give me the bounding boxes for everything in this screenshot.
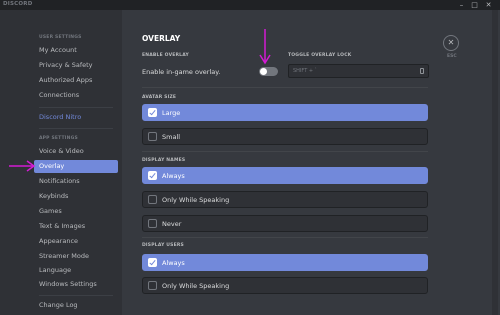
display-users-always-option[interactable]: Always <box>142 254 428 271</box>
toggle-lock-header: TOGGLE OVERLAY LOCK <box>288 53 352 58</box>
maximize-icon[interactable]: □ <box>469 0 480 10</box>
sidebar-divider <box>39 107 113 108</box>
checkbox <box>148 108 157 117</box>
sidebar-item-voice-video[interactable]: Voice & Video <box>34 145 118 158</box>
sidebar-divider <box>39 128 113 129</box>
avatar-size-small-option[interactable]: Small <box>142 128 428 145</box>
avatar-size-header: AVATAR SIZE <box>142 95 177 100</box>
sidebar-item-text-images[interactable]: Text & Images <box>34 220 118 233</box>
sidebar-item-games[interactable]: Games <box>34 205 118 218</box>
display-names-speaking-option[interactable]: Only While Speaking <box>142 191 428 208</box>
toggle-knob <box>260 68 267 75</box>
section-divider <box>142 87 428 88</box>
enable-overlay-label: Enable in-game overlay. <box>142 68 221 76</box>
checkbox <box>148 281 157 290</box>
sidebar-item-windows-settings[interactable]: Windows Settings <box>34 278 118 291</box>
title-bar: DISCORD – □ ✕ <box>0 0 500 10</box>
checkbox <box>148 195 157 204</box>
option-label: Always <box>162 259 185 267</box>
display-names-header: DISPLAY NAMES <box>142 158 186 163</box>
app-title: DISCORD <box>3 1 33 7</box>
avatar-size-large-option[interactable]: Large <box>142 104 428 121</box>
close-icon[interactable]: ✕ <box>443 35 459 51</box>
sidebar-item-discord-nitro[interactable]: Discord Nitro <box>34 111 118 124</box>
display-users-header: DISPLAY USERS <box>142 243 184 248</box>
display-names-never-option[interactable]: Never <box>142 215 428 232</box>
app-settings-header: APP SETTINGS <box>39 136 78 141</box>
annotation-arrow-down-icon <box>259 29 271 65</box>
sidebar-item-privacy-safety[interactable]: Privacy & Safety <box>34 59 118 72</box>
sidebar-item-my-account[interactable]: My Account <box>34 44 118 57</box>
overlay-lock-keybind-input[interactable]: SHIFT + ` <box>288 64 429 78</box>
option-label: Only While Speaking <box>162 196 230 204</box>
esc-label: ESC <box>447 54 457 59</box>
option-label: Always <box>162 172 185 180</box>
sidebar-item-change-log[interactable]: Change Log <box>34 299 118 312</box>
checkmark-icon <box>149 171 156 179</box>
sidebar-item-appearance[interactable]: Appearance <box>34 235 118 248</box>
display-names-always-option[interactable]: Always <box>142 167 428 184</box>
enable-overlay-toggle[interactable] <box>259 67 278 76</box>
option-label: Only While Speaking <box>162 282 230 290</box>
keyboard-icon[interactable] <box>420 68 424 74</box>
sidebar-item-authorized-apps[interactable]: Authorized Apps <box>34 74 118 87</box>
checkbox <box>148 171 157 180</box>
section-divider <box>142 237 428 238</box>
enable-overlay-header: ENABLE OVERLAY <box>142 53 189 58</box>
minimize-icon[interactable]: – <box>456 0 467 10</box>
sidebar-item-language[interactable]: Language <box>34 264 118 277</box>
sidebar-item-notifications[interactable]: Notifications <box>34 175 118 188</box>
sidebar-item-streamer-mode[interactable]: Streamer Mode <box>34 250 118 263</box>
sidebar-item-connections[interactable]: Connections <box>34 89 118 102</box>
sidebar-divider <box>39 295 113 296</box>
checkbox <box>148 258 157 267</box>
option-label: Never <box>162 220 182 228</box>
checkbox <box>148 219 157 228</box>
checkbox <box>148 132 157 141</box>
annotation-arrow-right-icon <box>9 160 36 172</box>
keybind-value: SHIFT + ` <box>293 68 318 74</box>
option-label: Small <box>162 133 181 141</box>
display-users-speaking-option[interactable]: Only While Speaking <box>142 277 428 294</box>
discord-window: DISCORD – □ ✕ USER SETTINGS My Account P… <box>0 0 500 315</box>
close-window-icon[interactable]: ✕ <box>483 0 494 10</box>
user-settings-header: USER SETTINGS <box>39 35 82 40</box>
sidebar-item-overlay[interactable]: Overlay <box>34 160 118 173</box>
option-label: Large <box>162 109 181 117</box>
checkmark-icon <box>149 258 156 266</box>
page-title: OVERLAY <box>142 34 181 43</box>
sidebar-item-keybinds[interactable]: Keybinds <box>34 190 118 203</box>
checkmark-icon <box>149 108 156 116</box>
scrollbar[interactable] <box>492 10 498 315</box>
section-divider <box>142 151 428 152</box>
